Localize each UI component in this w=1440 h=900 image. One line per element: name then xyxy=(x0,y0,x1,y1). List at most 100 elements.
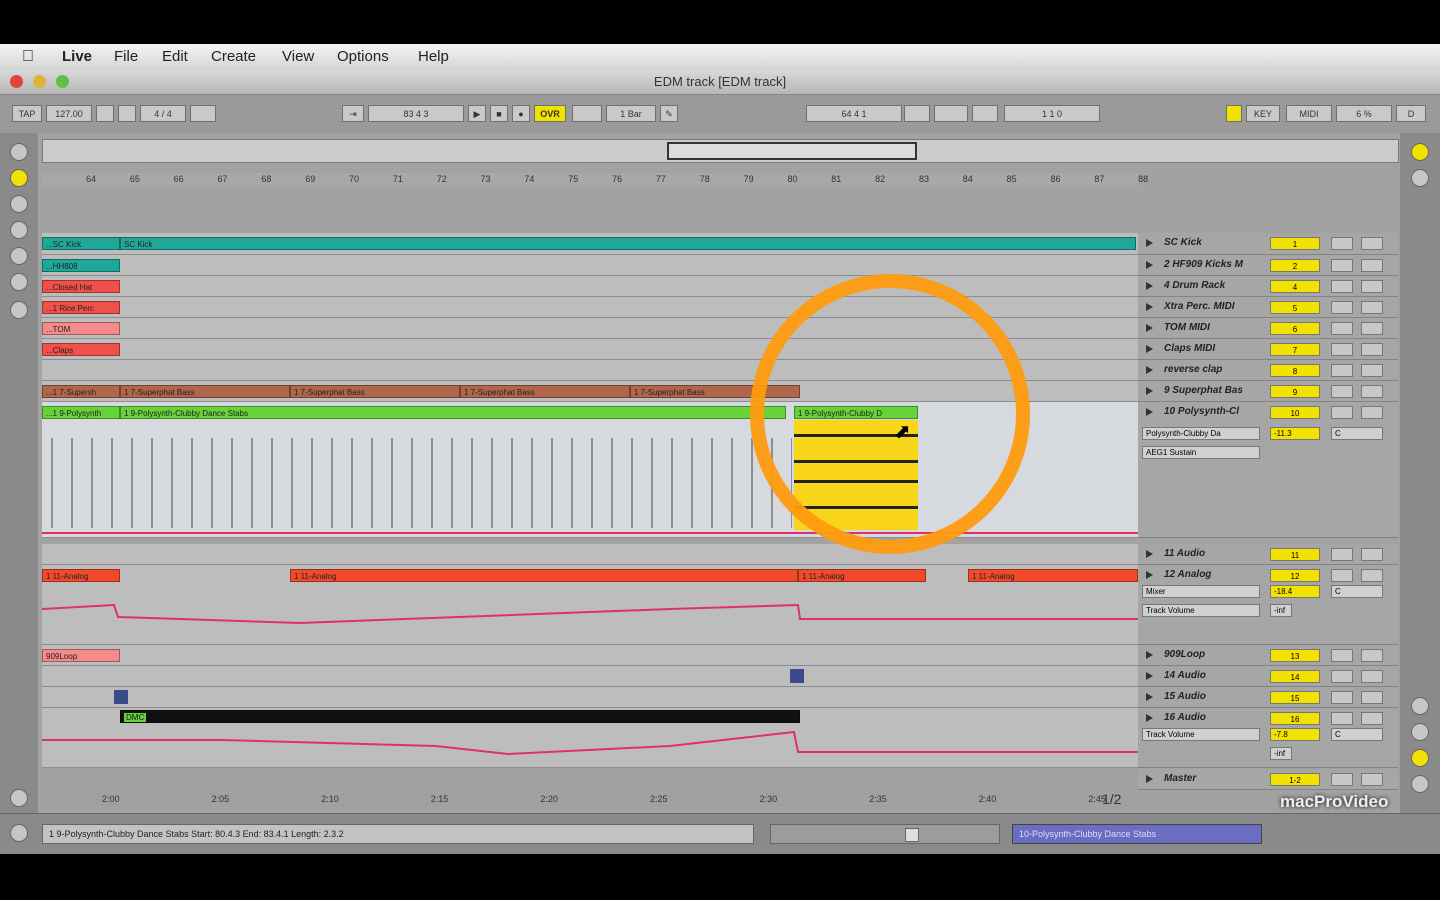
lane-11-audio[interactable] xyxy=(42,544,1138,565)
hotswap-icon[interactable] xyxy=(10,301,28,319)
solo-button[interactable] xyxy=(1331,406,1353,419)
plugins-icon[interactable] xyxy=(10,195,28,213)
detail-view-toggle-icon[interactable] xyxy=(10,824,28,842)
folder-1-icon[interactable] xyxy=(10,221,28,239)
returns-toggle-icon[interactable] xyxy=(1411,775,1429,793)
nudge-down-button[interactable] xyxy=(96,105,114,122)
fold-arrow-icon[interactable] xyxy=(1146,571,1153,579)
session-view-toggle-icon[interactable] xyxy=(1411,143,1429,161)
track-activator[interactable]: 4 xyxy=(1270,280,1320,293)
arm-button[interactable] xyxy=(1361,569,1383,582)
clip-bass-3[interactable]: 1 7-Superphat Bass xyxy=(290,385,460,398)
fold-arrow-icon[interactable] xyxy=(1146,651,1153,659)
live-devices-icon[interactable] xyxy=(10,169,28,187)
send-field[interactable]: -inf xyxy=(1270,747,1292,760)
menu-live[interactable]: Live xyxy=(62,48,92,65)
track-header[interactable]: 4 Drum Rack 4 xyxy=(1138,276,1398,297)
menu-edit[interactable]: Edit xyxy=(162,48,188,65)
track-header[interactable]: 909Loop 13 xyxy=(1138,645,1398,666)
help-view-icon[interactable] xyxy=(10,789,28,807)
fold-arrow-icon[interactable] xyxy=(1146,550,1153,558)
play-icon[interactable]: ▶ xyxy=(468,105,486,122)
quantize-menu[interactable]: 1 Bar xyxy=(606,105,656,122)
device-chooser[interactable]: Mixer xyxy=(1142,585,1260,598)
track-header[interactable]: SC Kick 1 xyxy=(1138,233,1398,255)
arm-button[interactable] xyxy=(1361,649,1383,662)
fold-arrow-icon[interactable] xyxy=(1146,261,1153,269)
clip-analog-2[interactable]: 1 11-Analog xyxy=(290,569,798,582)
fold-arrow-icon[interactable] xyxy=(1146,387,1153,395)
lane-sc-kick[interactable]: ...SC Kick SC Kick xyxy=(42,233,1138,255)
fold-arrow-icon[interactable] xyxy=(1146,303,1153,311)
clip-bass-2[interactable]: 1 7-Superphat Bass xyxy=(120,385,290,398)
sends-toggle-icon[interactable] xyxy=(1411,723,1429,741)
track-header[interactable]: 11 Audio 11 xyxy=(1138,544,1398,565)
clip-dmc[interactable]: DMC xyxy=(120,710,800,723)
clip-sc-kick-1[interactable]: ...SC Kick xyxy=(42,237,120,250)
arm-button[interactable] xyxy=(1361,548,1383,561)
solo-button[interactable] xyxy=(1331,569,1353,582)
fold-arrow-icon[interactable] xyxy=(1146,693,1153,701)
track-header[interactable]: Master 1-2 xyxy=(1138,769,1398,790)
track-header[interactable]: Xtra Perc. MIDI 5 xyxy=(1138,297,1398,318)
arm-button[interactable] xyxy=(1361,237,1383,250)
menu-help[interactable]: Help xyxy=(418,48,449,65)
lane-claps[interactable]: ...Claps xyxy=(42,339,1138,360)
solo-button[interactable] xyxy=(1331,322,1353,335)
lane-kicks[interactable]: ...HH808 xyxy=(42,255,1138,276)
solo-button[interactable] xyxy=(1331,237,1353,250)
lane-16-audio[interactable]: DMC xyxy=(42,708,1138,768)
loop-switch-button[interactable] xyxy=(934,105,968,122)
loop-length-field[interactable]: 1 1 0 xyxy=(1004,105,1100,122)
track-header[interactable]: 9 Superphat Bas 9 xyxy=(1138,381,1398,402)
track-activator[interactable]: 1-2 xyxy=(1270,773,1320,786)
audio-clip-small[interactable] xyxy=(790,669,804,683)
follow-button[interactable]: ⇥ xyxy=(342,105,364,122)
volume-field[interactable]: -7.8 xyxy=(1270,728,1320,741)
clip-bass-1[interactable]: ...1 7-Supersh xyxy=(42,385,120,398)
solo-button[interactable] xyxy=(1331,773,1353,786)
track-activator[interactable]: 1 xyxy=(1270,237,1320,250)
arm-button[interactable] xyxy=(1361,385,1383,398)
track-header[interactable]: 2 HF909 Kicks M 2 xyxy=(1138,255,1398,276)
lane-12-analog[interactable]: 1 11-Analog 1 11-Analog 1 11-Analog 1 11… xyxy=(42,565,1138,645)
volume-field[interactable]: -11.3 xyxy=(1270,427,1320,440)
solo-button[interactable] xyxy=(1331,712,1353,725)
loop-start-field[interactable]: 64 4 1 xyxy=(806,105,902,122)
fold-arrow-icon[interactable] xyxy=(1146,408,1153,416)
tempo-field[interactable]: 127.00 xyxy=(46,105,92,122)
apple-menu-icon[interactable]:  xyxy=(22,48,34,66)
lane-14-audio[interactable] xyxy=(42,666,1138,687)
scroll-handle[interactable] xyxy=(905,828,919,842)
parameter-chooser[interactable]: Track Volume xyxy=(1142,604,1260,617)
analog-automation-curve[interactable] xyxy=(42,595,1138,635)
track-activator[interactable]: 15 xyxy=(1270,691,1320,704)
send-field[interactable]: -inf xyxy=(1270,604,1292,617)
arrangement-overview[interactable] xyxy=(42,139,1399,163)
lane-reverse-clap[interactable] xyxy=(42,360,1138,381)
track-header[interactable]: 15 Audio 15 xyxy=(1138,687,1398,708)
clip-poly-1[interactable]: ...1 9-Polysynth xyxy=(42,406,120,419)
folder-2-icon[interactable] xyxy=(10,247,28,265)
arm-button[interactable] xyxy=(1361,364,1383,377)
track-activator[interactable]: 13 xyxy=(1270,649,1320,662)
punch-out-button[interactable] xyxy=(972,105,998,122)
clip-analog-3[interactable]: 1 11-Analog xyxy=(798,569,926,582)
nudge-up-button[interactable] xyxy=(118,105,136,122)
beat-ruler[interactable]: 64 65 66 67 68 69 70 71 72 73 74 75 76 77 78 79 80 81 82 83… xyxy=(42,173,1148,187)
arm-button[interactable] xyxy=(1361,773,1383,786)
solo-button[interactable] xyxy=(1331,548,1353,561)
track-activator[interactable]: 16 xyxy=(1270,712,1320,725)
menu-view[interactable]: View xyxy=(282,48,314,65)
solo-button[interactable] xyxy=(1331,691,1353,704)
track-activator[interactable]: 10 xyxy=(1270,406,1320,419)
fold-arrow-icon[interactable] xyxy=(1146,714,1153,722)
pan-field[interactable]: C xyxy=(1331,728,1383,741)
clip-tom[interactable]: ...TOM xyxy=(42,322,120,335)
lane-polysynth[interactable]: ...1 9-Polysynth 1 9-Polysynth-Clubby Da… xyxy=(42,402,1138,538)
parameter-chooser[interactable]: AEG1 Sustain xyxy=(1142,446,1260,459)
io-toggle-icon[interactable] xyxy=(1411,697,1429,715)
device-chooser[interactable]: Polysynth-Clubby Da xyxy=(1142,427,1260,440)
fold-arrow-icon[interactable] xyxy=(1146,239,1153,247)
tap-button[interactable]: TAP xyxy=(12,105,42,122)
